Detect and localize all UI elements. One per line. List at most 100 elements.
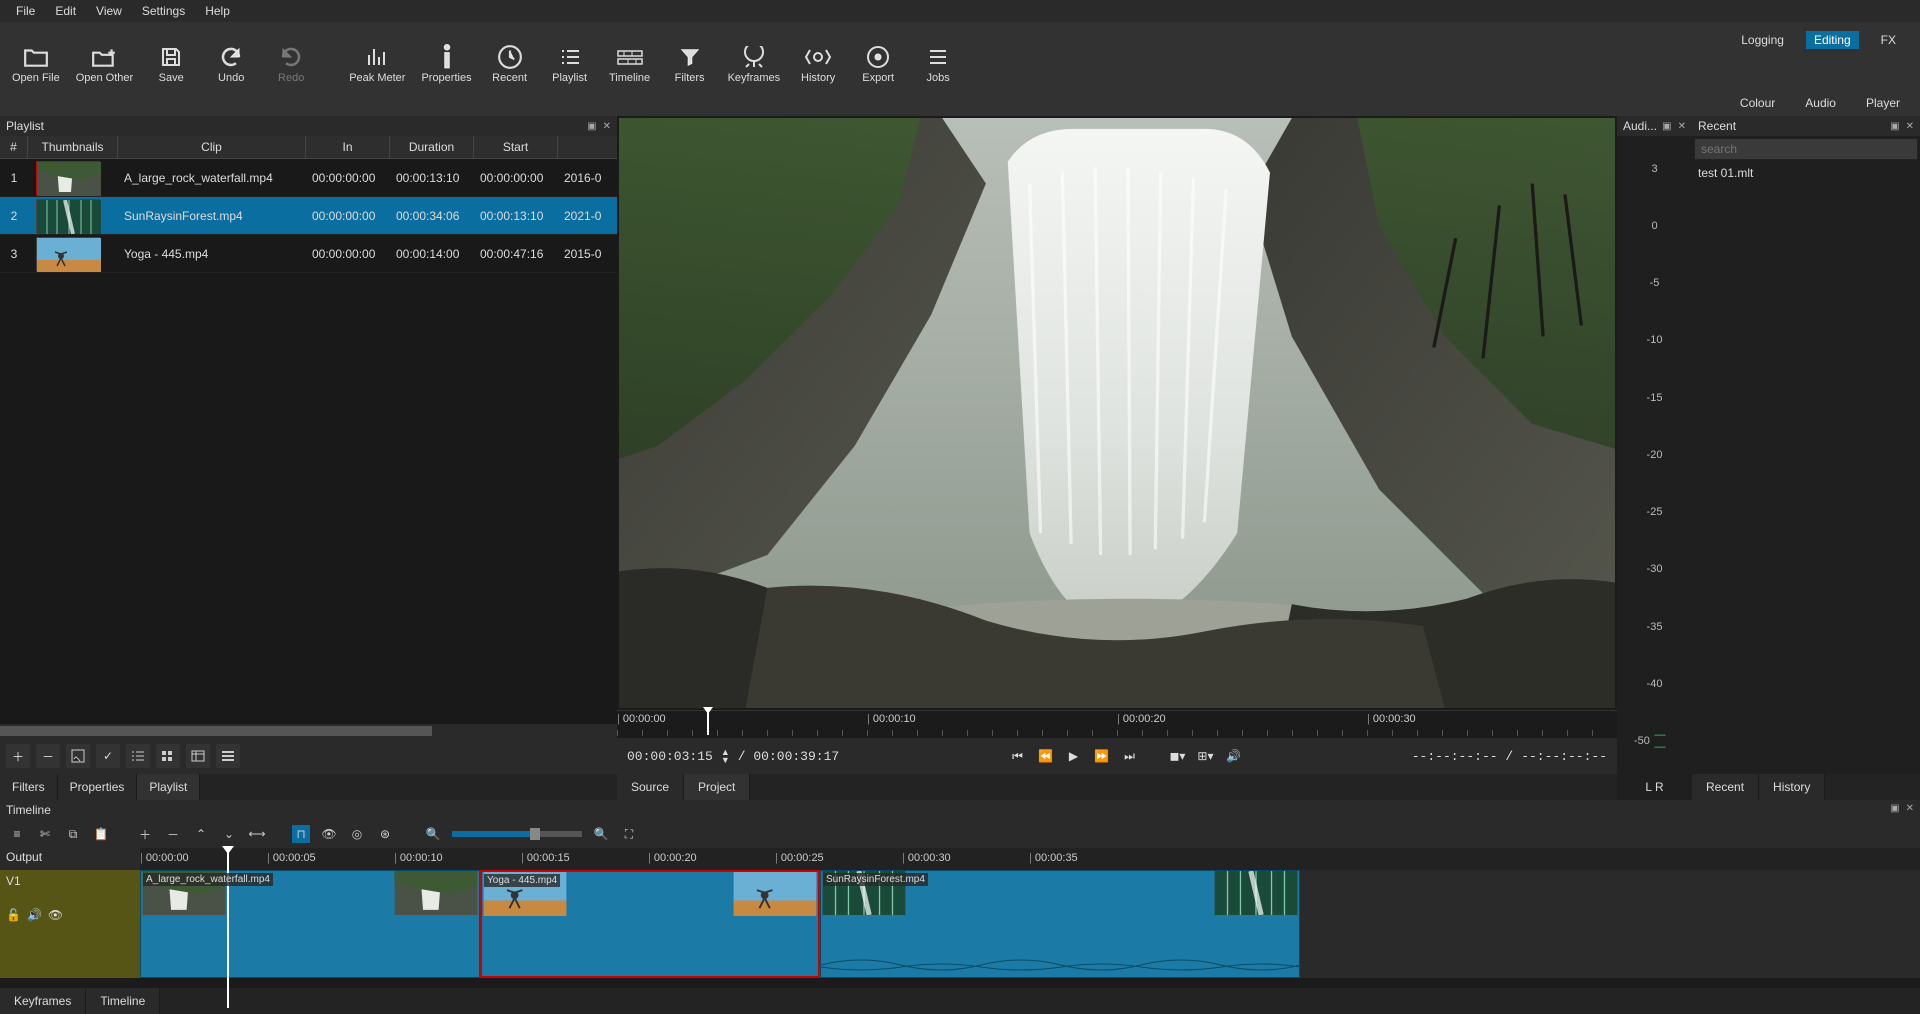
- playlist-update-button[interactable]: [66, 744, 90, 768]
- tl-split-button[interactable]: ⟷: [248, 825, 266, 843]
- timeline-button[interactable]: Timeline: [600, 28, 660, 88]
- playlist-remove-button[interactable]: －: [36, 744, 60, 768]
- panel-restore-icon[interactable]: ▣: [587, 121, 596, 132]
- track-lock-icon[interactable]: 🔓: [6, 908, 21, 922]
- playlist-row[interactable]: 1A_large_rock_waterfall.mp400:00:00:0000…: [0, 159, 617, 197]
- tab-fx[interactable]: FX: [1873, 31, 1904, 49]
- playlist-add-button[interactable]: ＋: [6, 744, 30, 768]
- zoom-fit-button[interactable]: ◼▾: [1167, 746, 1187, 766]
- filters-button[interactable]: Filters: [660, 28, 720, 88]
- timecode-spinner-icon[interactable]: ▲▼: [721, 748, 730, 764]
- properties-button[interactable]: Properties: [413, 28, 479, 88]
- tl-zoom-fit-button[interactable]: ⛶: [620, 825, 638, 843]
- timeline-clip[interactable]: Yoga - 445.mp4: [480, 870, 820, 978]
- keyframes-button[interactable]: Keyframes: [720, 28, 789, 88]
- panel-restore-icon[interactable]: ▣: [1662, 121, 1671, 132]
- tl-cut-button[interactable]: ✄: [36, 825, 54, 843]
- history-button[interactable]: History: [788, 28, 848, 88]
- tl-scrub-button[interactable]: 👁: [320, 825, 338, 843]
- tab-timeline[interactable]: Timeline: [86, 988, 160, 1014]
- timeline-ruler[interactable]: 00:00:00 00:00:05 00:00:10 00:00:15 00:0…: [140, 848, 1920, 870]
- jobs-button[interactable]: Jobs: [908, 28, 968, 88]
- timeline-track-area[interactable]: A_large_rock_waterfall.mp4Yoga - 445.mp4…: [140, 870, 1920, 978]
- export-button[interactable]: Export: [848, 28, 908, 88]
- tl-snap-button[interactable]: ⊓: [292, 825, 310, 843]
- menu-help[interactable]: Help: [195, 2, 240, 20]
- panel-close-icon[interactable]: ✕: [1906, 121, 1914, 132]
- tab-audio[interactable]: Audio: [1797, 94, 1844, 112]
- timeline-output-label[interactable]: Output: [0, 848, 140, 870]
- skip-end-button[interactable]: ⏭: [1119, 746, 1139, 766]
- timeline-track-v1[interactable]: V1 🔓 🔊 👁: [0, 870, 140, 978]
- tl-overwrite-button[interactable]: ⌄: [220, 825, 238, 843]
- tl-paste-button[interactable]: 📋: [92, 825, 110, 843]
- clip-thumb-out: [1213, 871, 1299, 915]
- recent-button[interactable]: Recent: [480, 28, 540, 88]
- audio-meter[interactable]: 3 0 -5 -10 -15 -20 -25 -30 -35 -40 -50 —…: [1617, 136, 1692, 774]
- playlist-view-details-button[interactable]: [126, 744, 150, 768]
- menu-edit[interactable]: Edit: [45, 2, 86, 20]
- rewind-button[interactable]: ⏪: [1035, 746, 1055, 766]
- tab-project[interactable]: Project: [684, 774, 750, 800]
- tab-playlist[interactable]: Playlist: [137, 774, 200, 800]
- tab-recent[interactable]: Recent: [1692, 774, 1759, 800]
- current-timecode[interactable]: 00:00:03:15: [627, 749, 713, 764]
- tl-ripple-button[interactable]: ◎: [348, 825, 366, 843]
- play-button[interactable]: ▶: [1063, 746, 1083, 766]
- panel-restore-icon[interactable]: ▣: [1890, 803, 1899, 817]
- skip-start-button[interactable]: ⏮: [1007, 746, 1027, 766]
- peak-meter-button[interactable]: Peak Meter: [341, 28, 413, 88]
- tab-properties[interactable]: Properties: [58, 774, 138, 800]
- tl-copy-button[interactable]: ⧉: [64, 825, 82, 843]
- volume-button[interactable]: 🔊: [1223, 746, 1243, 766]
- playlist-button[interactable]: Playlist: [540, 28, 600, 88]
- save-button[interactable]: Save: [141, 28, 201, 88]
- playlist-row[interactable]: 2SunRaysinForest.mp400:00:00:0000:00:34:…: [0, 197, 617, 235]
- timeline-playhead[interactable]: [227, 848, 229, 1008]
- tab-colour[interactable]: Colour: [1732, 94, 1783, 112]
- layout-tabs: Logging Editing FX: [1733, 28, 1916, 52]
- playlist-menu-button[interactable]: [216, 744, 240, 768]
- grid-button[interactable]: ⊞▾: [1195, 746, 1215, 766]
- tab-player[interactable]: Player: [1858, 94, 1908, 112]
- tl-remove-button[interactable]: －: [164, 825, 182, 843]
- preview-ruler[interactable]: 00:00:00 00:00:10 00:00:20 00:00:30: [617, 710, 1617, 738]
- tab-keyframes[interactable]: Keyframes: [0, 988, 86, 1014]
- timeline-clip[interactable]: A_large_rock_waterfall.mp4: [140, 870, 480, 978]
- playlist-check-button[interactable]: ✓: [96, 744, 120, 768]
- recent-search-input[interactable]: [1694, 138, 1918, 160]
- tl-zoom-slider[interactable]: [452, 831, 582, 837]
- tl-ripple-all-button[interactable]: ⊛: [376, 825, 394, 843]
- tab-filters[interactable]: Filters: [0, 774, 58, 800]
- tab-source[interactable]: Source: [617, 774, 684, 800]
- tl-zoom-in-button[interactable]: 🔍: [592, 825, 610, 843]
- menu-view[interactable]: View: [86, 2, 132, 20]
- track-mute-icon[interactable]: 🔊: [27, 908, 42, 922]
- tab-logging[interactable]: Logging: [1733, 31, 1792, 49]
- video-preview[interactable]: [619, 118, 1615, 708]
- open-file-button[interactable]: Open File: [4, 28, 68, 88]
- tl-lift-button[interactable]: ⌃: [192, 825, 210, 843]
- playlist-view-tiles-button[interactable]: [156, 744, 180, 768]
- playlist-view-icons-button[interactable]: [186, 744, 210, 768]
- panel-close-icon[interactable]: ✕: [1906, 803, 1914, 817]
- panel-close-icon[interactable]: ✕: [1678, 121, 1686, 132]
- tl-menu-button[interactable]: ≡: [8, 825, 26, 843]
- open-other-button[interactable]: Open Other: [68, 28, 141, 88]
- scrollbar-thumb[interactable]: [0, 726, 432, 736]
- panel-close-icon[interactable]: ✕: [603, 121, 611, 132]
- playlist-row[interactable]: 3Yoga - 445.mp400:00:00:0000:00:14:0000:…: [0, 235, 617, 273]
- undo-button[interactable]: Undo: [201, 28, 261, 88]
- forward-button[interactable]: ⏩: [1091, 746, 1111, 766]
- track-hide-icon[interactable]: 👁: [48, 908, 63, 922]
- recent-item[interactable]: test 01.mlt: [1698, 166, 1914, 180]
- panel-restore-icon[interactable]: ▣: [1890, 121, 1899, 132]
- menu-settings[interactable]: Settings: [132, 2, 195, 20]
- redo-button[interactable]: Redo: [261, 28, 321, 88]
- menu-file[interactable]: File: [6, 2, 45, 20]
- tab-editing[interactable]: Editing: [1806, 31, 1859, 49]
- tl-append-button[interactable]: ＋: [136, 825, 154, 843]
- tab-history[interactable]: History: [1759, 774, 1825, 800]
- timeline-clip[interactable]: SunRaysinForest.mp4: [820, 870, 1300, 978]
- tl-zoom-out-button[interactable]: 🔍: [424, 825, 442, 843]
